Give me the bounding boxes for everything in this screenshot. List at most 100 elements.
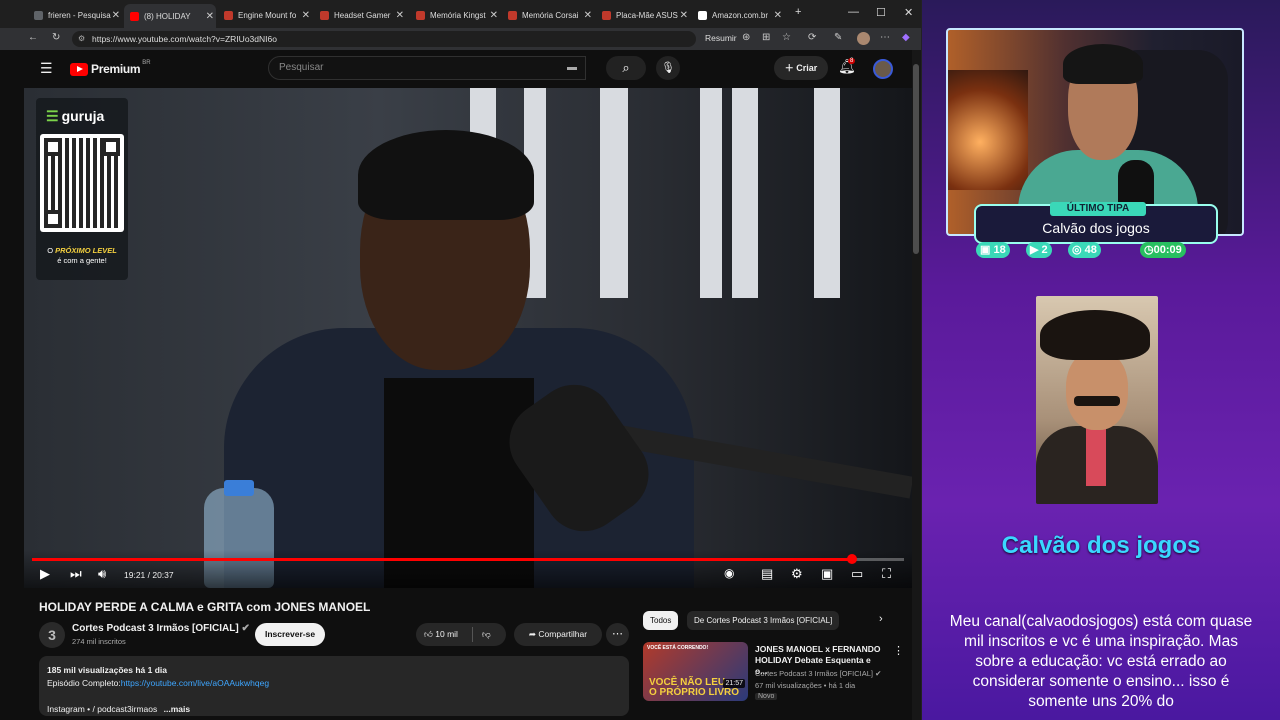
browser-tab[interactable]: Headset Gamer ✕ [314, 5, 406, 25]
youtube-icon: ▶ [1030, 244, 1039, 256]
miniplayer-icon[interactable]: ▣ [821, 566, 833, 582]
create-button[interactable]: ＋ Criar [774, 56, 828, 80]
favicon-icon [130, 11, 139, 21]
progress-bar[interactable] [32, 554, 904, 564]
settings-gear-icon[interactable]: ⚙ [791, 566, 803, 582]
meme-hat [1040, 310, 1150, 360]
timer-stat: ◷00:09 [1140, 242, 1186, 258]
browser-tab[interactable]: Memória Kingst ✕ [410, 5, 500, 25]
background-panel [600, 88, 628, 298]
account-avatar[interactable] [873, 59, 893, 79]
site-info-icon[interactable]: ⚙ [78, 31, 85, 47]
browser-tab[interactable]: Amazon.com.br ✕ [692, 5, 784, 25]
reload-icon[interactable]: ↻ [52, 32, 60, 43]
puzzle-icon[interactable]: ✎ [834, 32, 842, 43]
region-label: BR [142, 60, 151, 66]
browser-tab[interactable]: Memória Corsai ✕ [502, 5, 594, 25]
tab-close-icon[interactable]: ✕ [774, 10, 782, 21]
url-input[interactable]: ⚙ https://www.youtube.com/watch?v=ZRIUo3… [72, 31, 696, 47]
qr-corner [102, 138, 120, 156]
tab-close-icon[interactable]: ✕ [206, 11, 214, 22]
like-button[interactable]: 👍︎ 10 mil 👎︎ [416, 623, 506, 646]
background-panel [732, 88, 758, 298]
browser-window: frieren - Pesquisa ✕ (8) HOLIDAY ✕ Engine Mo… [0, 0, 922, 720]
progress-scrubber[interactable] [846, 554, 857, 564]
channel-name[interactable]: Cortes Podcast 3 Irmãos [OFICIAL] ✔ [72, 623, 250, 634]
volume-icon[interactable]: 🔊︎ [98, 566, 106, 582]
instagram-handle[interactable]: / podcast3irmaos [93, 704, 158, 714]
address-bar-row: ← ↻ ⚙ https://www.youtube.com/watch?v=ZR… [0, 28, 921, 50]
subscriber-count: 274 mil inscritos [72, 637, 126, 646]
last-tip-plate: ÚLTIMO TIPA Calvão dos jogos [974, 202, 1218, 244]
share-button[interactable]: ➦ Compartilhar [514, 623, 602, 646]
episode-link[interactable]: https://youtube.com/live/aOAAukwhqeg [121, 678, 269, 688]
browser-menu-icon[interactable]: ⋯ [880, 32, 890, 43]
maximize-button[interactable]: ☐ [876, 6, 886, 19]
translate-icon[interactable]: ⊛ [742, 32, 750, 43]
show-more-link[interactable]: ...mais [164, 704, 190, 714]
sponsor-name: guruja [61, 108, 105, 124]
tagline-highlight: PRÓXIMO LEVEL [55, 246, 117, 255]
more-options-icon[interactable]: ⋮ [893, 644, 904, 657]
kick-stat: ◎ 48 [1068, 242, 1101, 258]
description-box[interactable]: 185 mil visualizações há 1 dia Episódio … [39, 656, 629, 716]
search-button[interactable]: ⌕ [606, 56, 646, 80]
captions-icon[interactable]: ▤ [761, 566, 773, 582]
video-duration: 21:57 [723, 679, 745, 688]
keyboard-icon[interactable]: ▬ [567, 57, 577, 79]
browser-tab[interactable]: (8) HOLIDAY ✕ [124, 4, 216, 28]
video-frame [24, 88, 912, 588]
instagram-line: Instagram • / podcast3irmaos ...mais [47, 703, 621, 716]
play-icon[interactable]: ▶ [40, 566, 50, 582]
chevron-right-icon[interactable]: › [879, 613, 883, 625]
tab-close-icon[interactable]: ✕ [584, 10, 592, 21]
channel-avatar[interactable]: 3 [39, 622, 65, 648]
tab-close-icon[interactable]: ✕ [112, 10, 120, 21]
browser-tab[interactable]: Placa-Mãe ASUS ✕ [596, 5, 690, 25]
tab-close-icon[interactable]: ✕ [302, 10, 310, 21]
copilot-icon[interactable]: ◆ [902, 32, 910, 43]
subscribe-button[interactable]: Inscrever-se [255, 623, 325, 646]
extension-icon[interactable]: ⊞ [762, 32, 770, 43]
hamburger-menu-icon[interactable]: ☰ [40, 60, 53, 77]
summarize-button[interactable]: Resumir [705, 33, 737, 43]
favicon-icon [508, 10, 517, 20]
qr-code [40, 134, 124, 232]
theater-mode-icon[interactable]: ▭ [851, 566, 863, 582]
minimize-button[interactable]: — [848, 6, 859, 18]
favicon-icon [698, 10, 707, 20]
next-icon[interactable]: ⏭︎ [70, 566, 82, 582]
recommended-channel[interactable]: Cortes Podcast 3 Irmãos [OFICIAL] ✔ [755, 669, 881, 678]
scrollbar-thumb[interactable] [913, 64, 919, 254]
bottle-cap [224, 480, 254, 496]
video-player[interactable]: ☰guruja O PRÓXIMO LEVEL é com a gente! [24, 88, 912, 588]
bookmark-star-icon[interactable]: ☆ [782, 32, 791, 43]
chip-channel[interactable]: De Cortes Podcast 3 Irmãos [OFICIAL] [687, 611, 840, 630]
close-window-button[interactable]: ✕ [904, 6, 913, 19]
thumbs-down-icon[interactable]: 👎︎ [482, 623, 491, 646]
tip-meme-image [1036, 296, 1158, 504]
tagline-part: O [47, 246, 54, 255]
more-actions-button[interactable]: ⋯ [606, 623, 629, 646]
profile-avatar[interactable] [857, 32, 870, 45]
search-input[interactable]: Pesquisar ▬ [268, 56, 586, 80]
recommended-thumbnail[interactable]: VOCÊ ESTÁ CORRENDO! VOCÊ NÃO LEU O PRÓPRI… [643, 642, 748, 701]
browser-tab[interactable]: frieren - Pesquisa ✕ [28, 5, 122, 25]
youtube-logo[interactable]: Premium BR [70, 60, 151, 76]
instagram-label: Instagram • [47, 704, 93, 714]
recommended-video[interactable]: VOCÊ ESTÁ CORRENDO! VOCÊ NÃO LEU O PRÓPRI… [643, 642, 904, 702]
new-tab-button[interactable]: + [795, 6, 801, 18]
refresh-extension-icon[interactable]: ⟳ [808, 32, 816, 43]
back-icon[interactable]: ← [28, 32, 38, 43]
tab-close-icon[interactable]: ✕ [490, 10, 498, 21]
like-count: 10 mil [435, 629, 458, 639]
clock-icon: ◷ [1144, 244, 1154, 256]
tab-close-icon[interactable]: ✕ [680, 10, 688, 21]
search-placeholder: Pesquisar [279, 62, 324, 73]
tab-close-icon[interactable]: ✕ [396, 10, 404, 21]
chip-all[interactable]: Todos [643, 611, 679, 630]
fullscreen-icon[interactable]: ⛶ [882, 566, 891, 582]
voice-search-button[interactable]: 🎙︎ [656, 56, 680, 80]
browser-tab[interactable]: Engine Mount fo ✕ [218, 5, 312, 25]
autoplay-toggle[interactable]: ◉ [724, 566, 734, 580]
